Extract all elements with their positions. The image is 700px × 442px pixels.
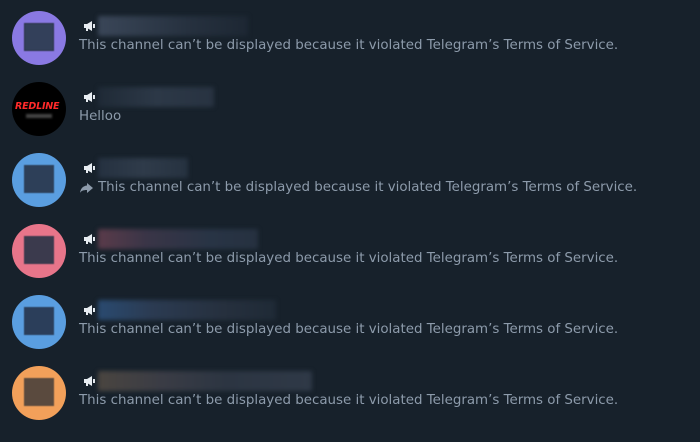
message-preview: This channel can’t be displayed because … xyxy=(79,38,618,53)
avatar: REDLINE xyxy=(12,82,66,136)
channel-name xyxy=(98,16,248,36)
message-preview: This channel can’t be displayed because … xyxy=(79,322,618,337)
chat-list: This channel can’t be displayed because … xyxy=(0,0,700,442)
avatar xyxy=(12,366,66,420)
avatar-logo-sub xyxy=(26,114,52,118)
chat-title-line xyxy=(83,16,248,36)
chat-row[interactable]: This channel can’t be displayed because … xyxy=(0,4,700,75)
message-preview-text: Helloo xyxy=(79,109,122,124)
chat-title-line xyxy=(83,158,188,178)
message-preview-text: This channel can’t be displayed because … xyxy=(79,393,619,408)
channel-name xyxy=(98,158,188,178)
chat-row[interactable]: This channel can’t be displayed because … xyxy=(0,146,700,217)
channel-name xyxy=(98,87,214,107)
message-preview: Helloo xyxy=(79,109,121,124)
chat-title-line xyxy=(83,371,312,391)
message-preview-text: This channel can’t be displayed because … xyxy=(79,322,619,337)
megaphone-icon xyxy=(84,163,95,173)
avatar-image xyxy=(24,236,54,264)
avatar xyxy=(12,11,66,65)
chat-row[interactable]: REDLINE Helloo xyxy=(0,75,700,146)
megaphone-icon xyxy=(84,92,95,102)
chat-title-line xyxy=(83,87,214,107)
message-preview-text: This channel can’t be displayed because … xyxy=(98,180,638,195)
avatar xyxy=(12,153,66,207)
avatar-image xyxy=(24,378,54,406)
megaphone-icon xyxy=(84,305,95,315)
chat-row[interactable]: This channel can’t be displayed because … xyxy=(0,359,700,430)
chat-row[interactable]: This channel can’t be displayed because … xyxy=(0,217,700,288)
chat-title-line xyxy=(83,300,276,320)
avatar xyxy=(12,295,66,349)
avatar xyxy=(12,224,66,278)
channel-name xyxy=(98,371,312,391)
forward-arrow-icon xyxy=(80,182,93,193)
megaphone-icon xyxy=(84,376,95,386)
message-preview-text: This channel can’t be displayed because … xyxy=(79,251,619,266)
chat-row[interactable]: This channel can’t be displayed because … xyxy=(0,288,700,359)
message-preview: This channel can’t be displayed because … xyxy=(79,180,637,195)
avatar-logo-text: REDLINE xyxy=(15,101,60,112)
megaphone-icon xyxy=(84,21,95,31)
message-preview-text: This channel can’t be displayed because … xyxy=(79,38,619,53)
channel-name xyxy=(98,229,258,249)
message-preview: This channel can’t be displayed because … xyxy=(79,393,618,408)
channel-name xyxy=(98,300,276,320)
avatar-image xyxy=(24,307,54,335)
chat-title-line xyxy=(83,229,258,249)
message-preview: This channel can’t be displayed because … xyxy=(79,251,618,266)
avatar-image xyxy=(24,23,54,51)
megaphone-icon xyxy=(84,234,95,244)
avatar-image xyxy=(24,165,54,193)
